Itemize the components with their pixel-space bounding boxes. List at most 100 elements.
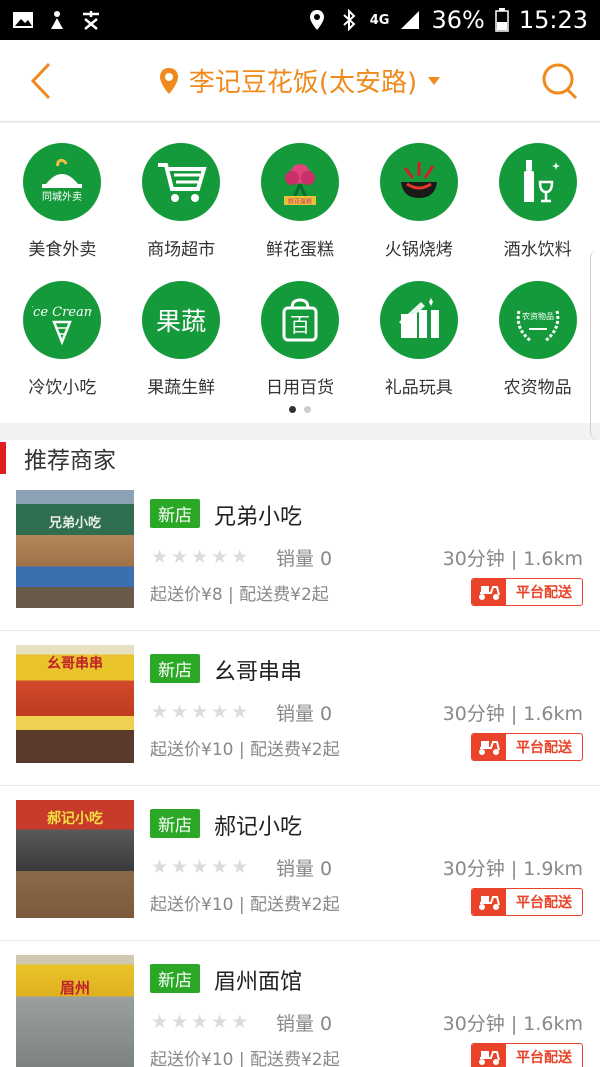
search-button[interactable]: [520, 40, 600, 122]
category-label: 冷饮小吃: [28, 378, 97, 398]
new-store-badge: 新店: [150, 809, 200, 838]
category-fresh-produce[interactable]: 果蔬 果蔬生鲜: [122, 281, 241, 419]
image-notification-icon: [13, 12, 33, 28]
delivery-time-distance: 30分钟 | 1.6km: [442, 548, 583, 570]
category-food-delivery[interactable]: 同城外卖 美食外卖: [3, 143, 122, 281]
category-grid: 同城外卖 美食外卖 商场超市 鲜花蛋糕 鲜花蛋糕 火锅烧烤 酒水饮料 ce Cr…: [0, 123, 600, 423]
location-selector[interactable]: 李记豆花饭(太安路): [80, 62, 520, 99]
hotpot-icon: [379, 143, 458, 221]
rating-stars: ★ ★ ★ ★ ★: [151, 546, 249, 568]
merchant-card[interactable]: 郝记小吃 新店 郝记小吃 ★ ★ ★ ★ ★ 销量 0 30分钟 | 1.9km 起送价…: [0, 786, 600, 941]
delivery-time-distance: 30分钟 | 1.9km: [442, 858, 583, 880]
wheat-wreath-icon: 农资物品: [498, 281, 577, 359]
scooter-icon: [472, 889, 506, 915]
page-dot-1[interactable]: [289, 406, 296, 413]
category-label: 火锅烧烤: [384, 240, 453, 260]
new-store-badge: 新店: [150, 654, 200, 683]
category-agricultural[interactable]: 农资物品 农资物品: [478, 281, 597, 419]
category-hotpot-bbq[interactable]: 火锅烧烤: [359, 143, 478, 281]
chevron-left-icon: [30, 62, 51, 99]
category-label: 美食外卖: [28, 240, 97, 260]
location-name: 李记豆花饭(太安路): [188, 68, 418, 98]
category-label: 农资物品: [503, 378, 572, 398]
category-drinks[interactable]: 酒水饮料: [478, 143, 597, 281]
fruit-veg-icon: 果蔬: [142, 281, 221, 359]
merchant-card[interactable]: 兄弟小吃 新店 兄弟小吃 ★ ★ ★ ★ ★ 销量 0 30分钟 | 1.6km 起送价…: [0, 476, 600, 631]
merchant-card[interactable]: 幺哥串串 新店 幺哥串串 ★ ★ ★ ★ ★ 销量 0 30分钟 | 1.6km 起送价…: [0, 631, 600, 786]
delivery-time-distance: 30分钟 | 1.6km: [442, 1013, 583, 1035]
delivery-fees: 起送价¥8 | 配送费¥2起: [150, 585, 329, 605]
merchant-name: 兄弟小吃: [214, 505, 303, 530]
scooter-icon: [472, 734, 506, 760]
text-notification-icon: [83, 11, 99, 30]
shopping-cart-icon: [142, 143, 221, 221]
svg-text:农资物品: 农资物品: [522, 311, 554, 321]
new-store-badge: 新店: [150, 964, 200, 993]
merchant-card[interactable]: 眉州 新店 眉州面馆 ★ ★ ★ ★ ★ 销量 0 30分钟 | 1.6km 起送价¥1…: [0, 941, 600, 1067]
sales-count: 销量 0: [276, 703, 333, 725]
delivery-time-distance: 30分钟 | 1.6km: [442, 703, 583, 725]
page-dot-2[interactable]: [304, 406, 311, 413]
svg-text:Ice Cream: Ice Cream: [32, 305, 92, 320]
search-icon: [542, 63, 578, 99]
scooter-icon: [472, 1044, 506, 1067]
platform-delivery-badge: 平台配送: [471, 888, 583, 916]
network-type: 4G: [369, 12, 390, 28]
delivery-fees: 起送价¥10 | 配送费¥2起: [150, 895, 340, 915]
svg-text:鲜花蛋糕: 鲜花蛋糕: [288, 198, 312, 206]
svg-text:百: 百: [290, 313, 310, 337]
category-label: 酒水饮料: [503, 240, 572, 260]
platform-delivery-badge: 平台配送: [471, 1043, 583, 1067]
section-title: 推荐商家: [24, 448, 116, 474]
sales-count: 销量 0: [276, 1013, 333, 1035]
food-delivery-icon: 同城外卖: [23, 143, 102, 221]
location-icon: [309, 10, 324, 30]
merchant-list: 兄弟小吃 新店 兄弟小吃 ★ ★ ★ ★ ★ 销量 0 30分钟 | 1.6km 起送价…: [0, 476, 600, 1067]
category-gifts-toys[interactable]: 礼品玩具: [359, 281, 478, 419]
back-button[interactable]: [0, 40, 80, 122]
sales-count: 销量 0: [276, 858, 333, 880]
category-cold-drinks-snacks[interactable]: Ice Cream 冷饮小吃: [3, 281, 122, 419]
wine-bottle-icon: [498, 143, 577, 221]
merchant-photo: 眉州: [16, 955, 134, 1067]
category-label: 礼品玩具: [384, 378, 453, 398]
category-daily-goods[interactable]: 百 日用百货: [241, 281, 360, 419]
category-label: 商场超市: [147, 240, 216, 260]
platform-delivery-badge: 平台配送: [471, 733, 583, 761]
section-accent-bar: [0, 442, 6, 474]
category-label: 日用百货: [265, 378, 334, 398]
caret-down-icon: [428, 76, 441, 85]
battery-icon: [495, 8, 509, 32]
scooter-icon: [472, 579, 506, 605]
ice-cream-icon: Ice Cream: [23, 281, 102, 359]
new-store-badge: 新店: [150, 499, 200, 528]
sales-count: 销量 0: [276, 548, 333, 570]
merchant-name: 幺哥串串: [214, 660, 303, 685]
category-label: 鲜花蛋糕: [265, 240, 334, 260]
app-notification-icon: [51, 11, 63, 29]
merchant-photo: 郝记小吃: [16, 800, 134, 918]
top-app-bar: 李记豆花饭(太安路): [0, 40, 600, 122]
merchant-name: 眉州面馆: [214, 970, 303, 995]
delivery-fees: 起送价¥10 | 配送费¥2起: [150, 740, 340, 760]
rating-stars: ★ ★ ★ ★ ★: [151, 701, 249, 723]
bluetooth-icon: [343, 9, 356, 31]
clock: 15:23: [518, 6, 588, 34]
status-bar: 4G 36% 15:23: [0, 0, 600, 40]
signal-icon: [401, 11, 420, 29]
svg-text:果蔬: 果蔬: [156, 307, 206, 336]
page-indicator: [0, 406, 600, 413]
delivery-fees: 起送价¥10 | 配送费¥2起: [150, 1050, 340, 1067]
category-label: 果蔬生鲜: [147, 378, 216, 398]
platform-delivery-badge: 平台配送: [471, 578, 583, 606]
merchant-photo: 兄弟小吃: [16, 490, 134, 608]
svg-text:同城外卖: 同城外卖: [42, 191, 82, 203]
rating-stars: ★ ★ ★ ★ ★: [151, 856, 249, 878]
recommended-section-header: 推荐商家: [0, 440, 600, 476]
merchant-photo: 幺哥串串: [16, 645, 134, 763]
category-supermarket[interactable]: 商场超市: [122, 143, 241, 281]
edge-panel-handle[interactable]: [590, 250, 600, 440]
shopping-bag-icon: 百: [260, 281, 339, 359]
category-flowers-cake[interactable]: 鲜花蛋糕 鲜花蛋糕: [241, 143, 360, 281]
rating-stars: ★ ★ ★ ★ ★: [151, 1011, 249, 1033]
